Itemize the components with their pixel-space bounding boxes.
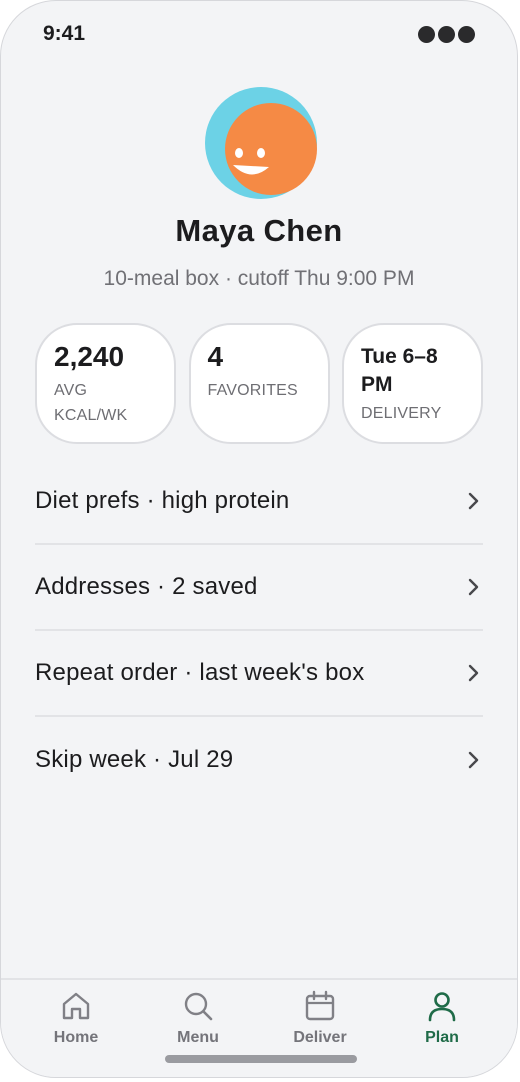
home-indicator[interactable] (165, 1055, 357, 1063)
tab-home[interactable]: Home (21, 988, 131, 1047)
stat-label-line: DELIVERY (361, 405, 442, 422)
chevron-right-icon (468, 578, 479, 596)
status-icons (418, 25, 475, 43)
stat-label-line: KCAL/WK (54, 407, 128, 424)
tab-label: Home (53, 1029, 99, 1046)
stat-value: Tue 6–8 PM (361, 341, 465, 399)
profile-name: Maya Chen (175, 213, 343, 248)
stat-value-line: Tue 6–8 (361, 345, 438, 368)
home-icon (62, 992, 90, 1020)
phone-frame: 9:41 Maya Chen 10-meal box · cutoff Thu … (0, 0, 518, 1078)
person-icon (428, 992, 456, 1022)
tab-plan[interactable]: Plan (387, 988, 497, 1047)
tab-bar: Home Menu Deliver Plan (1, 978, 517, 1077)
stat-label-line: FAVORITES (207, 382, 298, 399)
signal-dot-icon (458, 25, 475, 43)
stat-label: FAVORITES (208, 378, 312, 403)
stat-value: 2,240 (54, 341, 125, 372)
menu-item-repeat-order[interactable]: Repeat order · last week's box (35, 631, 483, 717)
stat-label: AVG KCAL/WK (54, 378, 158, 428)
signal-dot-icon (438, 25, 455, 43)
status-time: 9:41 (43, 22, 86, 45)
stat-card-favorites[interactable]: 4 FAVORITES (188, 323, 330, 444)
menu-item-label: Skip week · Jul 29 (35, 746, 234, 773)
stats-row: 2,240 AVG KCAL/WK 4 FAVORITES Tue 6–8 PM… (35, 323, 483, 444)
tab-menu[interactable]: Menu (143, 988, 253, 1047)
tab-label: Deliver (293, 1029, 347, 1046)
menu-item-skip-week[interactable]: Skip week · Jul 29 (35, 717, 483, 803)
signal-dot-icon (418, 25, 435, 43)
menu-item-diet-prefs[interactable]: Diet prefs · high protein (35, 459, 483, 545)
menu-item-addresses[interactable]: Addresses · 2 saved (35, 545, 483, 631)
avatar[interactable] (205, 87, 317, 199)
stat-value-line: PM (361, 373, 393, 396)
stat-value: 4 (207, 341, 224, 372)
status-bar: 9:41 (43, 19, 475, 49)
menu-item-label: Addresses · 2 saved (35, 573, 258, 600)
search-icon (184, 992, 213, 1021)
chevron-right-icon (468, 664, 479, 682)
menu-item-label: Diet prefs · high protein (35, 487, 290, 514)
calendar-icon (305, 990, 335, 1021)
profile-subtitle: 10-meal box · cutoff Thu 9:00 PM (103, 267, 415, 290)
chevron-right-icon (468, 751, 479, 769)
menu-item-label: Repeat order · last week's box (35, 659, 365, 686)
stat-label: DELIVERY (361, 401, 465, 426)
stat-card-calories[interactable]: 2,240 AVG KCAL/WK (35, 323, 176, 444)
tab-label: Plan (425, 1029, 459, 1046)
smiley-avatar-icon (205, 87, 317, 199)
tab-label: Menu (177, 1029, 219, 1046)
chevron-right-icon (468, 492, 479, 510)
settings-menu: Diet prefs · high protein Addresses · 2 … (35, 459, 483, 803)
tab-deliver[interactable]: Deliver (265, 988, 375, 1047)
stat-label-line: AVG (54, 382, 88, 399)
stat-card-delivery[interactable]: Tue 6–8 PM DELIVERY (342, 323, 483, 444)
